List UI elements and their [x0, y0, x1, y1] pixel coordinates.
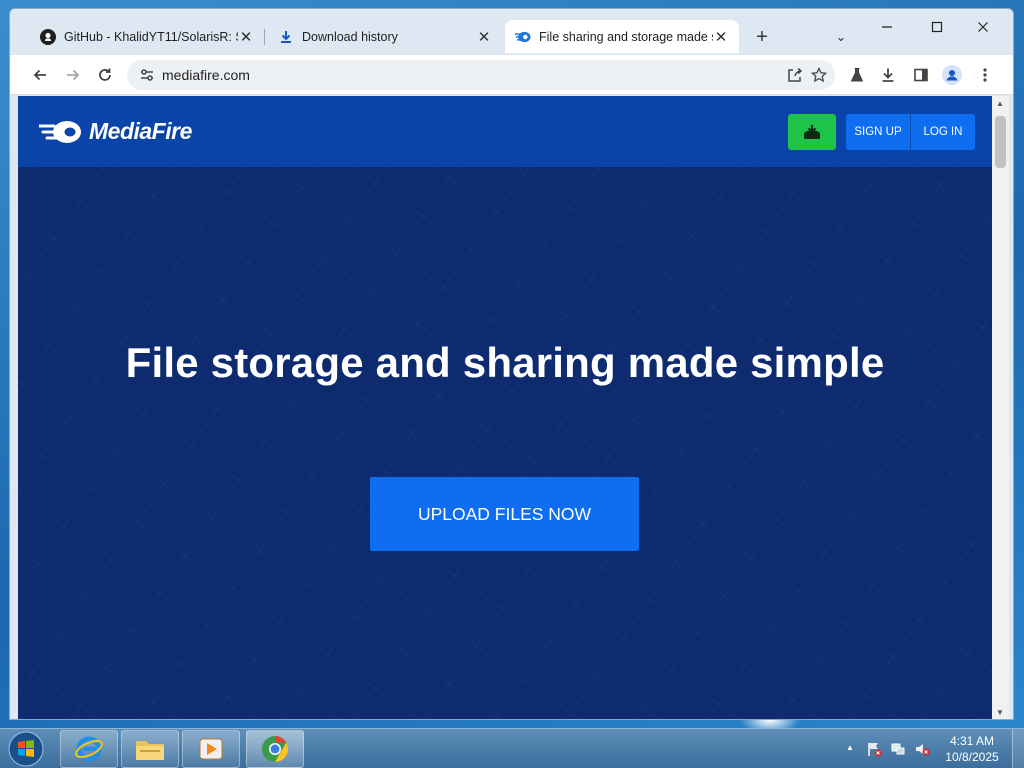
close-tab-icon[interactable]: ✕	[238, 29, 254, 46]
clock-date: 10/8/2025	[945, 750, 999, 764]
hero-headline: File storage and sharing made simple	[125, 339, 885, 386]
internet-explorer-icon	[75, 736, 103, 762]
browser-window: GitHub - KhalidYT11/SolarisR: Sc ✕ Downl…	[9, 8, 1014, 720]
download-icon	[278, 29, 294, 45]
taskbar: ▲ 4:31 AM 10/8/2025	[0, 728, 1024, 768]
mediafire-icon	[515, 29, 531, 45]
network-icon[interactable]	[890, 741, 906, 760]
address-bar[interactable]: mediafire.com	[127, 60, 835, 90]
page-scrollbar[interactable]: ▲ ▼	[992, 96, 1009, 719]
download-tray-icon	[804, 125, 820, 139]
more-menu-icon[interactable]	[971, 61, 999, 89]
tab-title: GitHub - KhalidYT11/SolarisR: Sc	[64, 29, 238, 44]
arrow-left-icon	[33, 69, 46, 81]
clock-time: 4:31 AM	[949, 734, 995, 748]
close-tab-icon[interactable]: ✕	[476, 29, 492, 46]
site-settings-icon[interactable]	[139, 67, 155, 88]
tab-title: Download history	[302, 29, 398, 44]
maximize-button[interactable]	[917, 15, 957, 39]
scrollbar-thumb[interactable]	[995, 116, 1006, 168]
minimize-button[interactable]	[867, 15, 907, 39]
back-button[interactable]	[26, 61, 54, 89]
site-header: MediaFire SIGN UP LOG IN	[18, 96, 992, 167]
sign-up-button[interactable]: SIGN UP	[846, 114, 910, 150]
browser-toolbar: mediafire.com	[10, 55, 1013, 95]
url-text[interactable]: mediafire.com	[162, 67, 250, 83]
log-in-button[interactable]: LOG IN	[911, 114, 975, 150]
action-center-flag-icon[interactable]	[866, 741, 882, 760]
tab-search-button[interactable]: ⌄	[830, 26, 852, 48]
share-icon[interactable]	[783, 63, 807, 87]
side-panel-icon[interactable]	[907, 61, 935, 89]
taskbar-internet-explorer[interactable]	[60, 730, 118, 768]
downloads-icon[interactable]	[874, 61, 902, 89]
brand-name: MediaFire	[89, 118, 192, 144]
forward-button[interactable]	[59, 61, 87, 89]
scroll-up-arrow-icon[interactable]: ▲	[996, 99, 1004, 108]
tab-github[interactable]: GitHub - KhalidYT11/SolarisR: Sc ✕	[30, 20, 265, 53]
close-tab-icon[interactable]: ✕	[713, 29, 729, 46]
media-player-icon	[199, 738, 223, 760]
taskbar-media-player[interactable]	[182, 730, 240, 768]
windows-orb-icon	[8, 731, 44, 767]
reload-icon	[99, 68, 111, 81]
taskbar-file-explorer[interactable]	[121, 730, 179, 768]
close-window-button[interactable]	[963, 15, 1003, 39]
page-content: MediaFire SIGN UP LOG IN File storage an…	[18, 96, 992, 719]
folder-icon	[136, 741, 164, 760]
auth-buttons: SIGN UP LOG IN	[846, 114, 975, 150]
show-desktop-button[interactable]	[1012, 729, 1024, 768]
system-clock[interactable]: 4:31 AM 10/8/2025	[936, 733, 1008, 765]
upload-files-button[interactable]: UPLOAD FILES NOW	[370, 477, 639, 551]
arrow-right-icon	[67, 69, 80, 81]
tab-title: File sharing and storage made s	[539, 29, 713, 44]
reload-button[interactable]	[91, 61, 119, 89]
show-hidden-icons-arrow-icon[interactable]: ▲	[846, 743, 854, 752]
profile-avatar[interactable]	[938, 61, 966, 89]
download-app-button[interactable]	[788, 114, 836, 150]
scroll-down-arrow-icon[interactable]: ▼	[996, 708, 1004, 717]
tab-strip: GitHub - KhalidYT11/SolarisR: Sc ✕ Downl…	[10, 9, 1013, 55]
bookmark-star-icon[interactable]	[807, 63, 831, 87]
volume-muted-icon[interactable]	[914, 741, 930, 760]
mediafire-logo[interactable]: MediaFire	[39, 118, 192, 145]
labs-flask-icon[interactable]	[843, 61, 871, 89]
mediafire-flame-icon	[39, 120, 81, 143]
tab-mediafire[interactable]: File sharing and storage made s ✕	[505, 20, 739, 53]
hero-section: File storage and sharing made simple UPL…	[18, 167, 992, 719]
start-button[interactable]	[4, 730, 48, 768]
chrome-icon	[262, 735, 289, 763]
tab-separator	[264, 29, 265, 45]
taskbar-chrome[interactable]	[246, 730, 304, 768]
new-tab-button[interactable]: +	[751, 26, 773, 48]
tab-download-history[interactable]: Download history ✕	[268, 20, 502, 53]
github-icon	[40, 28, 56, 45]
